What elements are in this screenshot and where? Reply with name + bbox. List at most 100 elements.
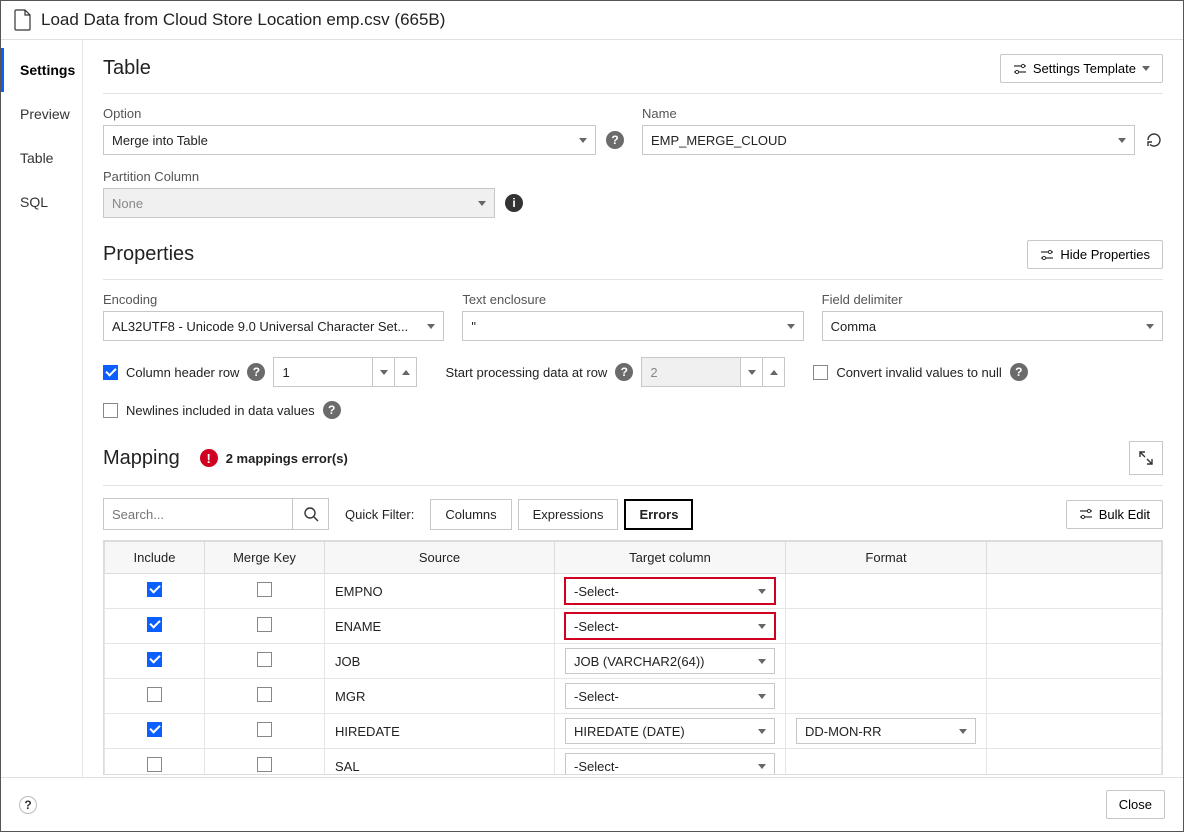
- partition-select: None: [103, 188, 495, 218]
- dialog-titlebar: Load Data from Cloud Store Location emp.…: [1, 1, 1183, 40]
- tab-sql[interactable]: SQL: [1, 180, 82, 224]
- source-cell: SAL: [325, 749, 555, 776]
- help-icon[interactable]: ?: [323, 401, 341, 419]
- chevron-down-icon: [579, 138, 587, 143]
- include-checkbox[interactable]: [147, 652, 162, 667]
- chevron-down-icon: [1146, 324, 1154, 329]
- tab-table[interactable]: Table: [1, 136, 82, 180]
- search-icon: [303, 506, 319, 522]
- target-select[interactable]: -Select-: [565, 753, 775, 775]
- encoding-label: Encoding: [103, 292, 444, 307]
- mapping-table[interactable]: Include Merge Key Source Target column F…: [103, 540, 1163, 775]
- include-checkbox[interactable]: [147, 617, 162, 632]
- side-tabs: Settings Preview Table SQL: [1, 40, 83, 777]
- chevron-down-icon: [1142, 66, 1150, 71]
- bulk-edit-button[interactable]: Bulk Edit: [1066, 500, 1163, 529]
- table-row: JOB JOB (VARCHAR2(64)): [105, 644, 1162, 679]
- properties-section-title: Properties: [103, 243, 194, 266]
- include-checkbox[interactable]: [147, 722, 162, 737]
- target-select[interactable]: JOB (VARCHAR2(64)): [565, 648, 775, 674]
- target-select[interactable]: -Select-: [565, 683, 775, 709]
- mergekey-checkbox[interactable]: [257, 617, 272, 632]
- field-delimiter-select[interactable]: Comma: [822, 311, 1163, 341]
- table-row: ENAME -Select-: [105, 609, 1162, 644]
- target-select[interactable]: -Select-: [565, 613, 775, 639]
- mergekey-checkbox[interactable]: [257, 757, 272, 772]
- partition-label: Partition Column: [103, 169, 523, 184]
- filter-expressions[interactable]: Expressions: [518, 499, 619, 530]
- file-icon: [13, 9, 33, 31]
- mapping-error-text: 2 mappings error(s): [226, 451, 348, 466]
- table-row: EMPNO -Select-: [105, 574, 1162, 609]
- help-icon[interactable]: ?: [247, 363, 265, 381]
- info-icon[interactable]: i: [505, 194, 523, 212]
- mergekey-checkbox[interactable]: [257, 687, 272, 702]
- source-cell: EMPNO: [325, 574, 555, 609]
- newlines-label: Newlines included in data values: [126, 403, 315, 418]
- option-label: Option: [103, 106, 624, 121]
- mergekey-checkbox[interactable]: [257, 582, 272, 597]
- stepper-up: [763, 357, 785, 387]
- newlines-checkbox[interactable]: [103, 403, 118, 418]
- convert-null-label: Convert invalid values to null: [836, 365, 1001, 380]
- table-row: HIREDATE HIREDATE (DATE) DD-MON-RR: [105, 714, 1162, 749]
- table-section-title: Table: [103, 57, 151, 80]
- sliders-icon: [1079, 507, 1093, 521]
- hide-properties-button[interactable]: Hide Properties: [1027, 240, 1163, 269]
- close-button[interactable]: Close: [1106, 790, 1165, 819]
- stepper-down[interactable]: [373, 357, 395, 387]
- help-icon[interactable]: ?: [615, 363, 633, 381]
- text-enclosure-label: Text enclosure: [462, 292, 803, 307]
- settings-template-button[interactable]: Settings Template: [1000, 54, 1163, 83]
- column-header-row-checkbox[interactable]: [103, 365, 118, 380]
- help-icon[interactable]: ?: [606, 131, 624, 149]
- source-cell: JOB: [325, 644, 555, 679]
- table-row: SAL -Select-: [105, 749, 1162, 776]
- source-cell: MGR: [325, 679, 555, 714]
- chevron-down-icon: [1118, 138, 1126, 143]
- help-button[interactable]: ?: [19, 796, 37, 814]
- table-row: MGR -Select-: [105, 679, 1162, 714]
- include-checkbox[interactable]: [147, 757, 162, 772]
- text-enclosure-select[interactable]: ": [462, 311, 803, 341]
- filter-columns[interactable]: Columns: [430, 499, 511, 530]
- expand-button[interactable]: [1129, 441, 1163, 475]
- help-icon[interactable]: ?: [1010, 363, 1028, 381]
- col-format: Format: [786, 542, 987, 574]
- encoding-select[interactable]: AL32UTF8 - Unicode 9.0 Universal Charact…: [103, 311, 444, 341]
- stepper-down: [741, 357, 763, 387]
- filter-errors[interactable]: Errors: [624, 499, 693, 530]
- mergekey-checkbox[interactable]: [257, 652, 272, 667]
- search-button[interactable]: [293, 498, 329, 530]
- tab-settings[interactable]: Settings: [1, 48, 82, 92]
- error-icon: !: [200, 449, 218, 467]
- include-checkbox[interactable]: [147, 687, 162, 702]
- col-mergekey: Merge Key: [205, 542, 325, 574]
- option-select[interactable]: Merge into Table: [103, 125, 596, 155]
- source-cell: ENAME: [325, 609, 555, 644]
- target-select[interactable]: HIREDATE (DATE): [565, 718, 775, 744]
- target-select[interactable]: -Select-: [565, 578, 775, 604]
- source-cell: HIREDATE: [325, 714, 555, 749]
- tab-preview[interactable]: Preview: [1, 92, 82, 136]
- refresh-icon[interactable]: [1145, 131, 1163, 149]
- stepper-up[interactable]: [395, 357, 417, 387]
- format-select[interactable]: DD-MON-RR: [796, 718, 976, 744]
- include-checkbox[interactable]: [147, 582, 162, 597]
- dialog-title: Load Data from Cloud Store Location emp.…: [41, 10, 445, 30]
- name-select[interactable]: EMP_MERGE_CLOUD: [642, 125, 1135, 155]
- mapping-section-title: Mapping: [103, 447, 180, 470]
- expand-icon: [1139, 451, 1153, 465]
- search-input[interactable]: [103, 498, 293, 530]
- chevron-down-icon: [427, 324, 435, 329]
- convert-null-checkbox[interactable]: [813, 365, 828, 380]
- chevron-down-icon: [478, 201, 486, 206]
- mergekey-checkbox[interactable]: [257, 722, 272, 737]
- sliders-icon: [1013, 62, 1027, 76]
- col-target: Target column: [555, 542, 786, 574]
- chevron-down-icon: [787, 324, 795, 329]
- field-delimiter-label: Field delimiter: [822, 292, 1163, 307]
- quick-filter-label: Quick Filter:: [345, 507, 414, 522]
- column-header-row-stepper[interactable]: 1: [273, 357, 417, 387]
- start-row-stepper: 2: [641, 357, 785, 387]
